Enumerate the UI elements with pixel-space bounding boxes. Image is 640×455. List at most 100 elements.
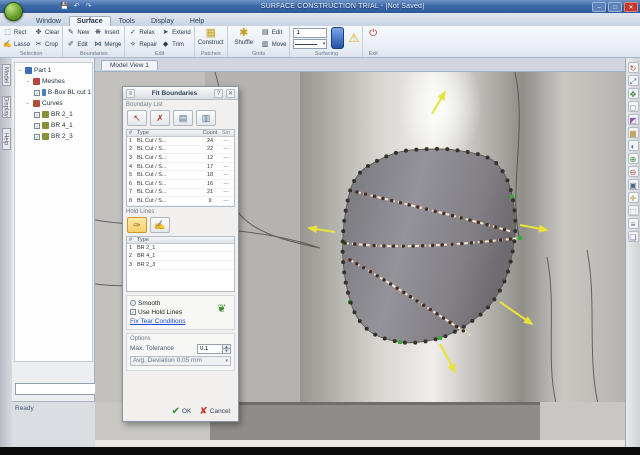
shaded-view-icon[interactable]: ◩ (628, 114, 639, 125)
bounding-box-icon[interactable]: ⬚ (628, 205, 639, 216)
table-row[interactable]: 4BL Cut / S...17— (127, 163, 234, 172)
visibility-checkbox[interactable]: ✓ (34, 123, 40, 129)
list-item[interactable]: 1BR 2_1 (127, 244, 234, 253)
visibility-checkbox[interactable]: ✓ (34, 112, 40, 118)
smooth-radio[interactable]: Smooth (130, 300, 231, 307)
hold-lines-toolbar: ✑ ✍ (123, 216, 238, 235)
spin-down-icon[interactable]: ▼ (223, 349, 231, 354)
panel-tab-model[interactable]: Model (2, 64, 11, 86)
construct-patches-icon: ▦ (204, 27, 218, 40)
table-row[interactable]: 2BL Cut / S...22— (127, 146, 234, 155)
tree-item-br4-1[interactable]: ✓ BR 4_1 (16, 120, 91, 131)
undo-icon[interactable]: ↶ (72, 2, 81, 11)
new-boundary-button[interactable]: ✎New (66, 27, 89, 38)
pick-hold-line-button[interactable]: ✑ (127, 217, 147, 233)
insert-boundary-button[interactable]: ❋Insert (93, 27, 121, 38)
collapse-icon[interactable]: − (24, 101, 31, 107)
close-button[interactable]: ✕ (624, 2, 638, 12)
construct-patches-button[interactable]: ▦ Construct (198, 27, 224, 46)
dialog-header[interactable]: ≡ Fit Boundaries ? ✕ (123, 87, 238, 100)
repair-button[interactable]: ⟡Repair (128, 39, 157, 50)
rotate-view-icon[interactable]: ↻ (628, 62, 639, 73)
panel-tab-display[interactable]: Display (2, 96, 11, 118)
tab-surface[interactable]: Surface (69, 16, 111, 26)
move-grids-button[interactable]: ▥Move (261, 39, 287, 50)
preview-leaf-icon[interactable]: ❦ (217, 302, 230, 315)
quick-access-toolbar: 💾 ↶ ↷ (60, 2, 93, 11)
use-hold-lines-checkbox[interactable]: ✓ Use Hold Lines (130, 309, 231, 316)
table-row[interactable]: 3BL Cut / S...12— (127, 154, 234, 163)
dialog-menu-icon[interactable]: ≡ (126, 89, 135, 98)
layers-icon[interactable]: ≡ (628, 218, 639, 229)
crop-button[interactable]: ✂Crop (34, 39, 59, 50)
tab-display[interactable]: Display (143, 16, 182, 26)
tree-item-curves[interactable]: − Curves (16, 98, 91, 109)
list-item[interactable]: 3BR 2_3 (127, 261, 234, 270)
select-rect-button[interactable]: ⬚Rect (3, 27, 30, 38)
tab-help[interactable]: Help (182, 16, 212, 26)
shading-toggle-icon[interactable]: ◐ (628, 140, 639, 151)
zoom-fit-icon[interactable]: ⤢ (628, 75, 639, 86)
minimize-button[interactable]: – (592, 2, 606, 12)
tolerance-input[interactable] (197, 344, 223, 354)
fit-surface-button[interactable] (331, 27, 344, 49)
list-item[interactable]: 2BR 4_1 (127, 252, 234, 261)
viewport-split-icon[interactable]: ❏ (628, 231, 639, 242)
pick-boundary-button[interactable]: ↖ (127, 110, 147, 126)
front-view-icon[interactable]: ◻ (628, 101, 639, 112)
tab-tools[interactable]: Tools (111, 16, 143, 26)
table-row[interactable]: 7BL Cut / S...21— (127, 189, 234, 198)
tree-filter: ▾ ▴ (15, 383, 92, 395)
tolerance-spinner[interactable]: ▲ ▼ (197, 344, 231, 354)
save-icon[interactable]: 💾 (60, 2, 69, 11)
tree-item-br2-3[interactable]: ✓ BR 2_3 (16, 131, 91, 142)
edit-grids-button[interactable]: ▤Edit (261, 27, 287, 38)
pan-icon[interactable]: ✥ (628, 88, 639, 99)
tree-item-meshes[interactable]: − Meshes (16, 76, 91, 87)
relax-button[interactable]: ✓Relax (128, 27, 157, 38)
maximize-button[interactable]: □ (608, 2, 622, 12)
line-style-combo[interactable]: ▾ (293, 39, 327, 49)
tab-window[interactable]: Window (28, 16, 69, 26)
merge-boundary-button[interactable]: ⋈Merge (93, 39, 121, 50)
list-view-button[interactable]: ▤ (173, 110, 193, 126)
tree-item-br2-1[interactable]: ✓ BR 2_1 (16, 109, 91, 120)
clear-selection-button[interactable]: ✥Clear (34, 27, 59, 38)
zoom-in-icon[interactable]: ⊕ (628, 153, 639, 164)
collapse-icon[interactable]: − (24, 79, 31, 85)
tree-root[interactable]: − Part 1 (16, 65, 91, 76)
select-lasso-button[interactable]: ✍Lasso (3, 39, 30, 50)
draw-hold-line-button[interactable]: ✍ (150, 217, 170, 233)
table-row[interactable]: 8BL Cut / S...9— (127, 197, 234, 206)
table-row[interactable]: 6BL Cut / S...16— (127, 180, 234, 189)
panel-tab-help[interactable]: Help (2, 128, 11, 150)
tree-item-blcut[interactable]: ✓ B-Box BL cut 1 (16, 87, 91, 98)
detail-view-button[interactable]: ▥ (196, 110, 216, 126)
isometric-view-icon[interactable]: ▣ (628, 179, 639, 190)
remove-boundary-button[interactable]: ✗ (150, 110, 170, 126)
shuffle-grids-button[interactable]: ✱ Shuffle (231, 27, 257, 49)
tab-model-view[interactable]: Model View 1 (101, 60, 158, 70)
app-menu-orb[interactable] (4, 2, 23, 21)
deviation-method-combo[interactable]: Avg. Deviation 0.05 mm ▾ (130, 356, 231, 366)
help-icon[interactable]: ? (214, 89, 223, 98)
boundary-toolbar: ↖ ✗ ▤ ▥ (123, 109, 238, 128)
edit-boundary-button[interactable]: ✐Edit (66, 39, 89, 50)
ok-button[interactable]: ✔ OK (172, 406, 192, 417)
dialog-close-icon[interactable]: ✕ (226, 89, 235, 98)
visibility-checkbox[interactable]: ✓ (34, 90, 40, 96)
extend-button[interactable]: ➤Extend (161, 27, 191, 38)
cancel-button[interactable]: ✘ Cancel (199, 406, 230, 417)
table-row[interactable]: 5BL Cut / S...18— (127, 171, 234, 180)
fix-tear-conditions-link[interactable]: Fix Tear Conditions (130, 318, 186, 325)
wireframe-icon[interactable]: ▦ (628, 127, 639, 138)
crosshair-icon[interactable]: ✛ (628, 192, 639, 203)
visibility-checkbox[interactable]: ✓ (34, 134, 40, 140)
collapse-icon[interactable]: − (16, 68, 23, 74)
redo-icon[interactable]: ↷ (84, 2, 93, 11)
exit-mode-icon[interactable]: ⏻ (366, 27, 380, 41)
tension-spinner[interactable] (293, 28, 327, 38)
trim-button[interactable]: ◆Trim (161, 39, 191, 50)
zoom-out-icon[interactable]: ⊖ (628, 166, 639, 177)
table-row[interactable]: 1BL Cut / S...24— (127, 137, 234, 146)
